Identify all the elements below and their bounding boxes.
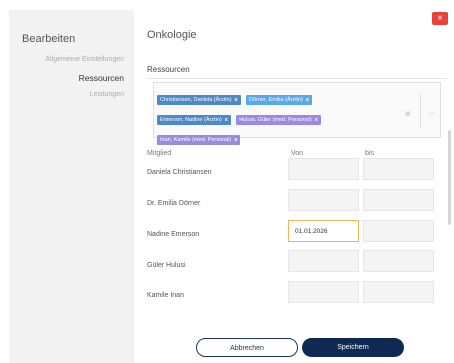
- multiselect-divider: [420, 93, 421, 129]
- member-name: Güler Hulusi: [147, 262, 186, 269]
- tag-inan: Inan, Kamile (med. Personal) x: [157, 135, 241, 145]
- remove-tag-icon[interactable]: x: [306, 97, 309, 103]
- date-from-input[interactable]: [288, 189, 359, 211]
- page-title: Onkologie: [147, 29, 197, 41]
- resources-multiselect[interactable]: Christiansen, Daniela (Ärztin) x Dörner, …: [153, 82, 441, 145]
- remove-tag-icon[interactable]: x: [225, 117, 228, 123]
- date-to-input[interactable]: [363, 281, 434, 303]
- column-header-member: Mitglied: [147, 150, 172, 157]
- date-from-input[interactable]: [288, 158, 359, 180]
- clear-selection-icon[interactable]: ✕: [404, 109, 412, 120]
- selected-tags: Christiansen, Daniela (Ärztin) x Dörner, …: [157, 88, 392, 148]
- date-to-input[interactable]: [363, 158, 434, 180]
- sidebar-title: Bearbeiten: [22, 33, 76, 45]
- remove-tag-icon[interactable]: x: [315, 117, 318, 123]
- column-header-from: Von: [291, 150, 304, 157]
- date-from-input[interactable]: [288, 281, 359, 303]
- chevron-down-icon[interactable]: ⌵: [428, 107, 435, 118]
- column-header-to: bis: [365, 150, 374, 157]
- section-divider: [147, 78, 447, 79]
- member-name: Dr. Emilia Dörner: [147, 200, 201, 207]
- tag-christiansen: Christiansen, Daniela (Ärztin) x: [157, 95, 241, 105]
- sidebar-item-services[interactable]: Leistungen: [90, 91, 124, 98]
- sidebar-item-general-settings[interactable]: Allgemeine Einstellungen: [45, 56, 124, 63]
- sidebar-item-resources[interactable]: Ressourcen: [79, 73, 124, 83]
- save-button[interactable]: Speichern: [302, 338, 404, 357]
- main-panel: Onkologie Ressourcen Christiansen, Danie…: [147, 10, 451, 363]
- date-to-input[interactable]: [363, 220, 434, 242]
- tag-emerson: Emerson, Nadine (Ärztin) x: [157, 115, 231, 125]
- date-to-input[interactable]: [363, 189, 434, 211]
- tag-label: Dörner, Emilia (Ärztin): [249, 97, 303, 103]
- cancel-button[interactable]: Abbrechen: [196, 338, 298, 357]
- member-name: Kamile Inan: [147, 292, 184, 299]
- remove-tag-icon[interactable]: x: [234, 137, 237, 143]
- tag-hulusi: Hulusi, Güler (med. Personal) x: [236, 115, 321, 125]
- member-name: Nadine Emerson: [147, 231, 200, 238]
- section-label: Ressourcen: [147, 65, 190, 74]
- scrollbar[interactable]: [448, 130, 451, 225]
- remove-tag-icon[interactable]: x: [235, 97, 238, 103]
- tag-label: Emerson, Nadine (Ärztin): [160, 117, 222, 123]
- tag-label: Hulusi, Güler (med. Personal): [239, 117, 312, 123]
- date-from-input[interactable]: [288, 220, 359, 242]
- date-from-input[interactable]: [288, 250, 359, 272]
- sidebar: Bearbeiten Allgemeine Einstellungen Ress…: [9, 10, 134, 363]
- tag-label: Inan, Kamile (med. Personal): [160, 137, 232, 143]
- tag-doerner: Dörner, Emilia (Ärztin) x: [246, 95, 312, 105]
- date-to-input[interactable]: [363, 250, 434, 272]
- member-name: Daniela Christiansen: [147, 169, 212, 176]
- tag-label: Christiansen, Daniela (Ärztin): [160, 97, 232, 103]
